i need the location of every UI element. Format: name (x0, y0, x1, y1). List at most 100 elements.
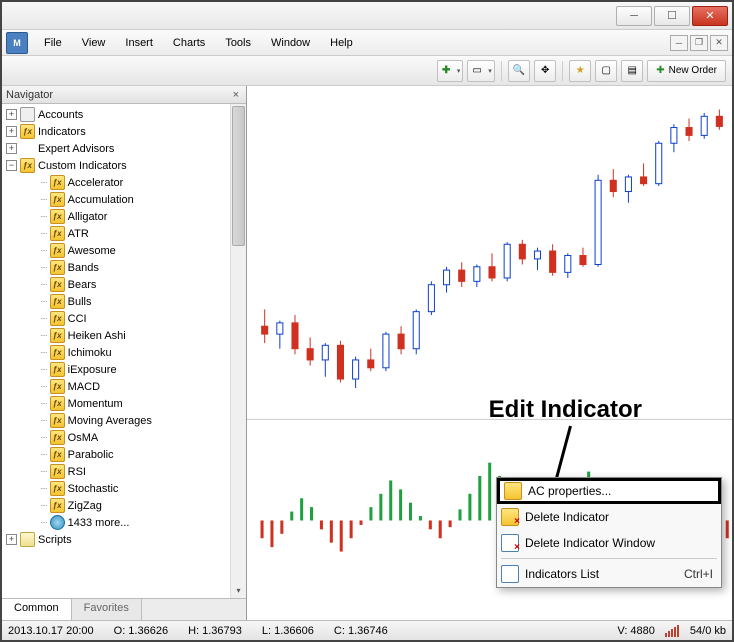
tree-item[interactable]: −ƒxCustom Indicators (2, 157, 230, 174)
annotation-label: Edit Indicator (489, 396, 642, 424)
menu-item-label: Indicators List (525, 567, 599, 581)
fx-icon: ƒx (50, 413, 65, 428)
tree-item-label: Alligator (68, 211, 108, 223)
tree-item[interactable]: ····ƒxParabolic (2, 446, 230, 463)
tree-item-label: Accelerator (68, 177, 124, 189)
tree-item[interactable]: +Expert Advisors (2, 140, 230, 157)
menu-view[interactable]: View (72, 33, 116, 53)
app-icon: M (6, 32, 28, 54)
tree-item[interactable]: ····ƒxiExposure (2, 361, 230, 378)
crosshair-icon: ✥ (541, 65, 549, 76)
window-delete-icon (501, 534, 519, 552)
mdi-restore-button[interactable]: ❐ (690, 35, 708, 51)
tab-common[interactable]: Common (2, 599, 72, 620)
navigator-tree[interactable]: +Accounts+ƒxIndicators+Expert Advisors−ƒ… (2, 104, 246, 598)
tree-item[interactable]: ····ƒxMomentum (2, 395, 230, 412)
tree-item[interactable]: ····ƒxMoving Averages (2, 412, 230, 429)
menu-file[interactable]: File (34, 33, 72, 53)
fx-icon: ƒx (50, 447, 65, 462)
statusbar: 2013.10.17 20:00 O: 1.36626 H: 1.36793 L… (2, 620, 732, 640)
fx-icon: ƒx (50, 311, 65, 326)
window-icon: ▢ (602, 65, 611, 76)
menu-item-label: Delete Indicator Window (525, 536, 655, 550)
mdi-minimize-button[interactable]: ─ (670, 35, 688, 51)
chart-area[interactable]: Edit Indicator AC properties... Delete I… (247, 86, 732, 620)
tree-item[interactable]: +Accounts (2, 106, 230, 123)
tree-item[interactable]: ····ƒxHeiken Ashi (2, 327, 230, 344)
maximize-button[interactable]: ☐ (654, 6, 690, 26)
menu-tools[interactable]: Tools (215, 33, 261, 53)
menu-item-label: Delete Indicator (525, 510, 609, 524)
tree-item[interactable]: ····ƒxStochastic (2, 480, 230, 497)
tree-item[interactable]: ····ƒxATR (2, 225, 230, 242)
tree-item-label: Bulls (68, 296, 92, 308)
tree-item[interactable]: ····ƒxRSI (2, 463, 230, 480)
tree-item[interactable]: ····ƒxBands (2, 259, 230, 276)
menu-charts[interactable]: Charts (163, 33, 215, 53)
menu-window[interactable]: Window (261, 33, 320, 53)
menu-item-delete-window[interactable]: Delete Indicator Window (497, 530, 721, 556)
connection-bars-icon (665, 625, 680, 637)
plus-icon: ✚ (442, 65, 450, 76)
mdi-close-button[interactable]: ✕ (710, 35, 728, 51)
tree-item[interactable]: ····ƒxAccelerator (2, 174, 230, 191)
navigator-title: Navigator × (2, 86, 246, 104)
fx-icon: ƒx (50, 328, 65, 343)
crosshair-button[interactable]: ✥ (534, 60, 556, 82)
tree-item-label: RSI (68, 466, 86, 478)
profile-button[interactable]: ▭ (467, 60, 494, 82)
scroll-thumb[interactable] (232, 106, 245, 246)
status-bytes: 54/0 kb (690, 625, 726, 637)
tree-item[interactable]: ····ƒxBears (2, 276, 230, 293)
scroll-down-button[interactable]: ▾ (231, 582, 246, 598)
menu-item-properties[interactable]: AC properties... (497, 478, 721, 504)
tab-favorites[interactable]: Favorites (72, 599, 142, 620)
tree-item[interactable]: ····ƒxMACD (2, 378, 230, 395)
tree-item[interactable]: +Scripts (2, 531, 230, 548)
add-button[interactable]: ✚ (437, 60, 463, 82)
tree-item[interactable]: ····ƒxAlligator (2, 208, 230, 225)
tree-item[interactable]: ····ƒxCCI (2, 310, 230, 327)
tree-item-label: Custom Indicators (38, 160, 127, 172)
tree-item-label: Bears (68, 279, 97, 291)
tree-item[interactable]: ····ƒxOsMA (2, 429, 230, 446)
tree-item[interactable]: +ƒxIndicators (2, 123, 230, 140)
menu-help[interactable]: Help (320, 33, 363, 53)
menu-insert[interactable]: Insert (115, 33, 163, 53)
fx-delete-icon (501, 508, 519, 526)
minimize-button[interactable]: ─ (616, 6, 652, 26)
tree-item[interactable]: ····ƒxAccumulation (2, 191, 230, 208)
accounts-icon (20, 107, 35, 122)
context-menu: AC properties... Delete Indicator Delete… (496, 477, 722, 588)
status-open: O: 1.36626 (114, 625, 168, 637)
menu-item-indicators-list[interactable]: Indicators List Ctrl+I (497, 561, 721, 587)
toolbar-separator (501, 61, 502, 81)
status-low: L: 1.36606 (262, 625, 314, 637)
tree-item[interactable]: ····1433 more... (2, 514, 230, 531)
fx-icon: ƒx (50, 379, 65, 394)
close-button[interactable]: ✕ (692, 6, 728, 26)
tree-item[interactable]: ····ƒxZigZag (2, 497, 230, 514)
menu-item-delete-indicator[interactable]: Delete Indicator (497, 504, 721, 530)
tree-item[interactable]: ····ƒxBulls (2, 293, 230, 310)
magnifier-icon: 🔍 (513, 65, 525, 76)
zoom-button[interactable]: 🔍 (508, 60, 530, 82)
tree-item-label: Scripts (38, 534, 72, 546)
window-button[interactable]: ▢ (595, 60, 617, 82)
tree-scrollbar[interactable]: ▴ ▾ (230, 104, 246, 598)
fx-icon: ƒx (50, 498, 65, 513)
page-icon: ▭ (472, 65, 481, 76)
fx-icon: ƒx (50, 481, 65, 496)
fx-icon (504, 482, 522, 500)
fx-icon: ƒx (50, 345, 65, 360)
tree-item[interactable]: ····ƒxIchimoku (2, 344, 230, 361)
navigator-panel: Navigator × +Accounts+ƒxIndicators+Exper… (2, 86, 247, 620)
navigator-close-button[interactable]: × (230, 89, 242, 101)
list-icon (501, 565, 519, 583)
template-button[interactable]: ▤ (621, 60, 643, 82)
tree-item[interactable]: ····ƒxAwesome (2, 242, 230, 259)
fx-icon: ƒx (50, 192, 65, 207)
fx-icon: ƒx (50, 294, 65, 309)
favorite-button[interactable]: ★ (569, 60, 591, 82)
new-order-button[interactable]: ✚New Order (647, 60, 726, 82)
